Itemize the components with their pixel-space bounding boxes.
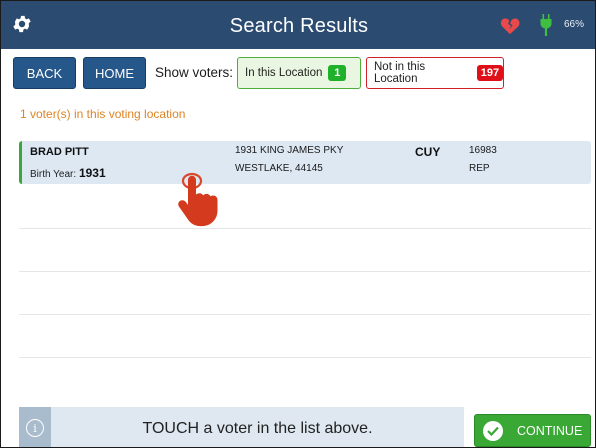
list-divider xyxy=(19,228,591,229)
info-icon: i xyxy=(26,419,44,437)
not-in-location-count-badge: 197 xyxy=(476,65,503,81)
in-location-count-badge: 1 xyxy=(328,65,347,81)
voter-address-line1: 1931 KING JAMES PKY xyxy=(235,145,344,156)
broken-heart-icon xyxy=(500,18,520,35)
checkmark-icon xyxy=(483,420,503,441)
list-divider xyxy=(19,271,591,272)
list-divider xyxy=(19,314,591,315)
voter-county: CUY xyxy=(415,145,441,159)
continue-label: CONTINUE xyxy=(517,423,583,438)
show-voters-label: Show voters: xyxy=(155,65,234,80)
app-frame: Search Results 66% BACK HOME Show voters… xyxy=(0,0,596,448)
back-button[interactable]: BACK xyxy=(13,57,76,89)
filter-not-in-location-button[interactable]: Not in this Location 197 xyxy=(366,57,504,89)
home-button[interactable]: HOME xyxy=(83,57,146,89)
voter-name: BRAD PITT xyxy=(30,146,89,158)
voter-id: 16983 xyxy=(469,145,497,156)
header-bar: Search Results 66% xyxy=(1,1,595,49)
hint-bar: i TOUCH a voter in the list above. xyxy=(19,407,464,447)
birth-year-row: Birth Year: 1931 xyxy=(30,166,106,180)
battery-percent: 66% xyxy=(564,19,585,30)
filter-in-location-label: In this Location xyxy=(245,67,323,79)
continue-button[interactable]: CONTINUE xyxy=(474,414,591,447)
list-divider xyxy=(19,357,591,358)
info-panel: i xyxy=(19,407,51,447)
voter-address-line2: WESTLAKE, 44145 xyxy=(235,163,323,174)
voter-count-text: 1 voter(s) in this voting location xyxy=(20,107,186,121)
hint-text: TOUCH a voter in the list above. xyxy=(142,420,373,437)
birth-year-label: Birth Year: xyxy=(30,169,77,180)
filter-not-in-location-label: Not in this Location xyxy=(374,61,426,85)
birth-year-value: 1931 xyxy=(78,166,106,180)
voter-row[interactable]: BRAD PITT Birth Year: 1931 1931 KING JAM… xyxy=(19,141,591,184)
plug-icon xyxy=(540,14,552,36)
voter-party: REP xyxy=(469,163,490,174)
filter-in-location-button[interactable]: In this Location 1 xyxy=(237,57,361,89)
